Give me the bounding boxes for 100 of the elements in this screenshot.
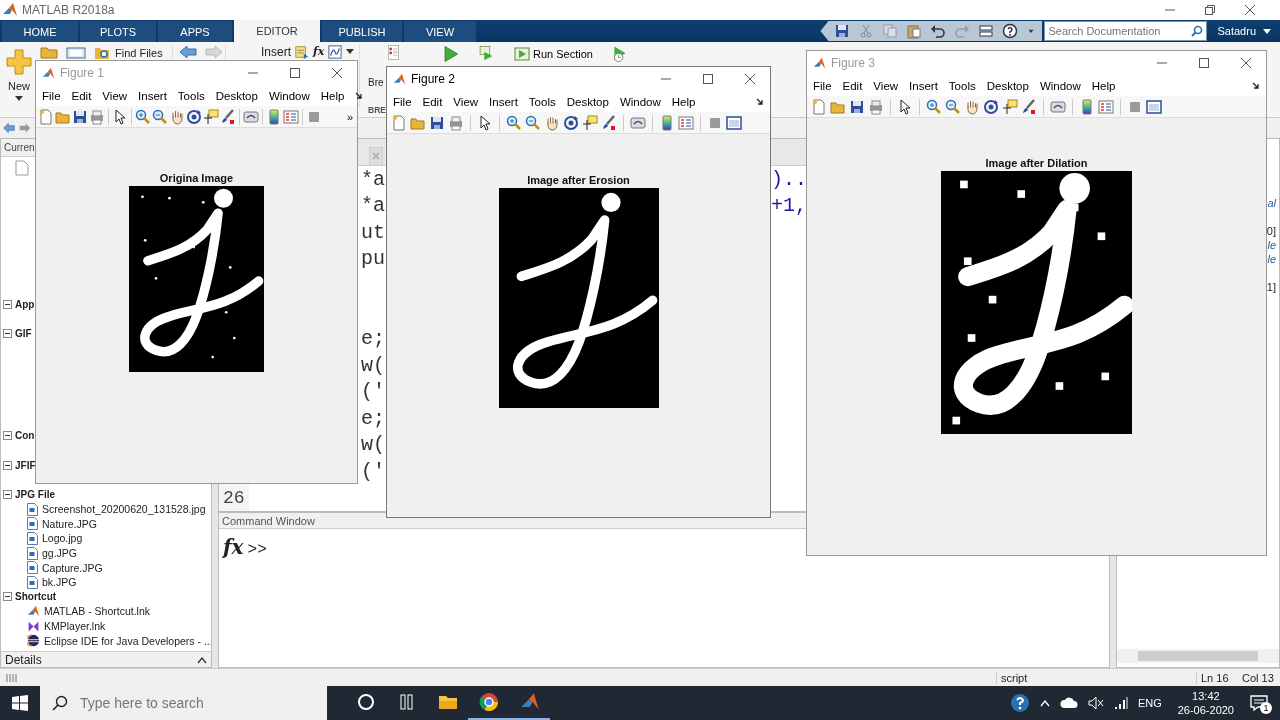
collapse-icon[interactable] [3, 490, 12, 500]
brush-button[interactable] [601, 114, 617, 131]
language-indicator[interactable]: ENG [1137, 697, 1162, 709]
colorbar-button[interactable] [1079, 98, 1095, 115]
figure-window[interactable]: Figure 3 File Edit View Insert Tools Desktop Window Help Image after Dilation [806, 50, 1267, 556]
close-icon[interactable] [1244, 4, 1256, 16]
muted-speaker-icon[interactable] [1087, 696, 1104, 710]
clipboard-icon[interactable] [906, 23, 923, 39]
colorbar-button[interactable] [266, 108, 282, 125]
ribbon-tab[interactable]: APPS [158, 21, 232, 42]
print-button[interactable] [448, 114, 464, 131]
colorbar-button[interactable] [659, 114, 675, 131]
close-icon[interactable] [331, 67, 343, 79]
collapse-icon[interactable] [3, 460, 12, 470]
search-field[interactable]: Search Documentation [1044, 21, 1208, 41]
file-name[interactable]: MATLAB - Shortcut.lnk [44, 605, 150, 618]
menu-item[interactable]: Edit [71, 89, 92, 102]
legend-button[interactable] [283, 108, 299, 125]
menu-item[interactable]: Help [1091, 79, 1116, 92]
save-button[interactable] [72, 108, 88, 125]
zoom-out-button[interactable] [945, 98, 961, 115]
tree-group-label[interactable]: GIF [15, 328, 32, 340]
run-icon[interactable] [442, 45, 460, 63]
menu-item[interactable]: Desktop [566, 95, 609, 108]
file-name[interactable]: Nature.JPG [42, 517, 97, 530]
rotate-button[interactable] [983, 98, 999, 115]
rotate-button[interactable] [563, 114, 579, 131]
breakpoints-icon[interactable] [386, 45, 400, 61]
save-button[interactable] [429, 114, 445, 131]
pointer-button[interactable] [112, 108, 128, 125]
save-button[interactable] [849, 98, 865, 115]
data-tip-button[interactable] [203, 108, 219, 125]
collapse-icon[interactable] [3, 592, 12, 602]
link-text[interactable]: le [1267, 253, 1279, 267]
maximize-icon[interactable] [289, 67, 301, 79]
undo-icon[interactable] [930, 23, 947, 39]
zoom-out-button[interactable] [152, 108, 168, 125]
pointer-button[interactable] [477, 114, 493, 131]
user-menu[interactable]: Satadru [1207, 25, 1280, 37]
brush-button[interactable] [220, 108, 236, 125]
tree-group-label[interactable]: Shortcut [15, 591, 57, 603]
run-section-button[interactable]: Run Section [514, 47, 593, 61]
clock-date[interactable]: 26-06-2020 [1177, 704, 1234, 716]
dock-arrow-icon[interactable] [1252, 81, 1260, 90]
function-icon[interactable] [328, 45, 343, 59]
help-icon[interactable] [1002, 23, 1019, 39]
new-button[interactable]: New [4, 48, 34, 102]
file-name[interactable]: bk.JPG [42, 576, 77, 589]
menu-item[interactable]: File [393, 95, 412, 108]
legend-button[interactable] [678, 114, 694, 131]
link-button[interactable] [243, 108, 259, 125]
ribbon-tab[interactable]: EDITOR [234, 20, 320, 42]
menu-item[interactable]: Window [268, 89, 310, 102]
close-icon[interactable] [744, 73, 756, 85]
fx-label[interactable]: fx [313, 46, 325, 58]
print-button[interactable] [89, 108, 105, 125]
link-text[interactable]: al [1267, 197, 1279, 211]
collapse-icon[interactable] [3, 299, 12, 309]
menu-item[interactable]: File [813, 79, 832, 92]
menu-item[interactable]: View [102, 89, 128, 102]
file-name[interactable]: KMPlayer.lnk [44, 620, 106, 632]
menu-item[interactable]: File [42, 89, 61, 102]
save-icon[interactable] [834, 23, 851, 39]
cloud-icon[interactable] [1059, 697, 1078, 709]
ribbon-tab[interactable]: VIEW [404, 21, 476, 42]
file-name[interactable]: gg.JPG [42, 547, 78, 560]
ribbon-tab[interactable]: PLOTS [80, 21, 156, 42]
brush-button[interactable] [1021, 98, 1037, 115]
menu-item[interactable]: Insert [489, 95, 518, 108]
print-button[interactable] [868, 98, 884, 115]
overflow-button[interactable]: » [346, 110, 353, 123]
menu-item[interactable]: Window [1039, 79, 1081, 92]
file-name[interactable]: Capture.JPG [42, 561, 103, 574]
figure-window[interactable]: Figure 2 File Edit View Insert Tools Desktop Window Help Image after Erosion [386, 66, 771, 518]
chevron-up-icon[interactable] [197, 655, 207, 664]
tree-group-label[interactable]: App [15, 298, 35, 310]
breakpoints-label[interactable]: Bre [368, 77, 384, 89]
menu-item[interactable]: Help [671, 95, 696, 108]
menu-item[interactable]: Desktop [986, 79, 1029, 92]
zoom-out-button[interactable] [525, 114, 541, 131]
taskbar-search-field[interactable]: Type here to search [40, 686, 327, 720]
ribbon-tab[interactable]: PUBLISH [322, 21, 402, 42]
menu-item[interactable]: Tools [948, 79, 976, 92]
zoom-in-button[interactable] [135, 108, 151, 125]
link-button[interactable] [630, 114, 646, 131]
menu-item[interactable]: Edit [842, 79, 863, 92]
menu-item[interactable]: Desktop [215, 89, 258, 102]
signal-icon[interactable] [1113, 696, 1128, 710]
close-icon[interactable] [1240, 57, 1252, 69]
window-switch-icon[interactable] [978, 23, 995, 39]
hand-button[interactable] [964, 98, 980, 115]
ribbon-tab[interactable]: HOME [2, 21, 78, 42]
notification-icon[interactable] [1250, 695, 1268, 711]
clock-time[interactable]: 13:42 [1192, 690, 1220, 702]
menu-item[interactable]: Insert [909, 79, 938, 92]
file-name[interactable]: Logo.jpg [42, 532, 83, 545]
menu-item[interactable]: Tools [177, 89, 205, 102]
collapse-icon[interactable] [3, 431, 12, 440]
back-arrow-icon[interactable] [179, 45, 197, 59]
tree-group-label[interactable]: Con [15, 430, 35, 441]
